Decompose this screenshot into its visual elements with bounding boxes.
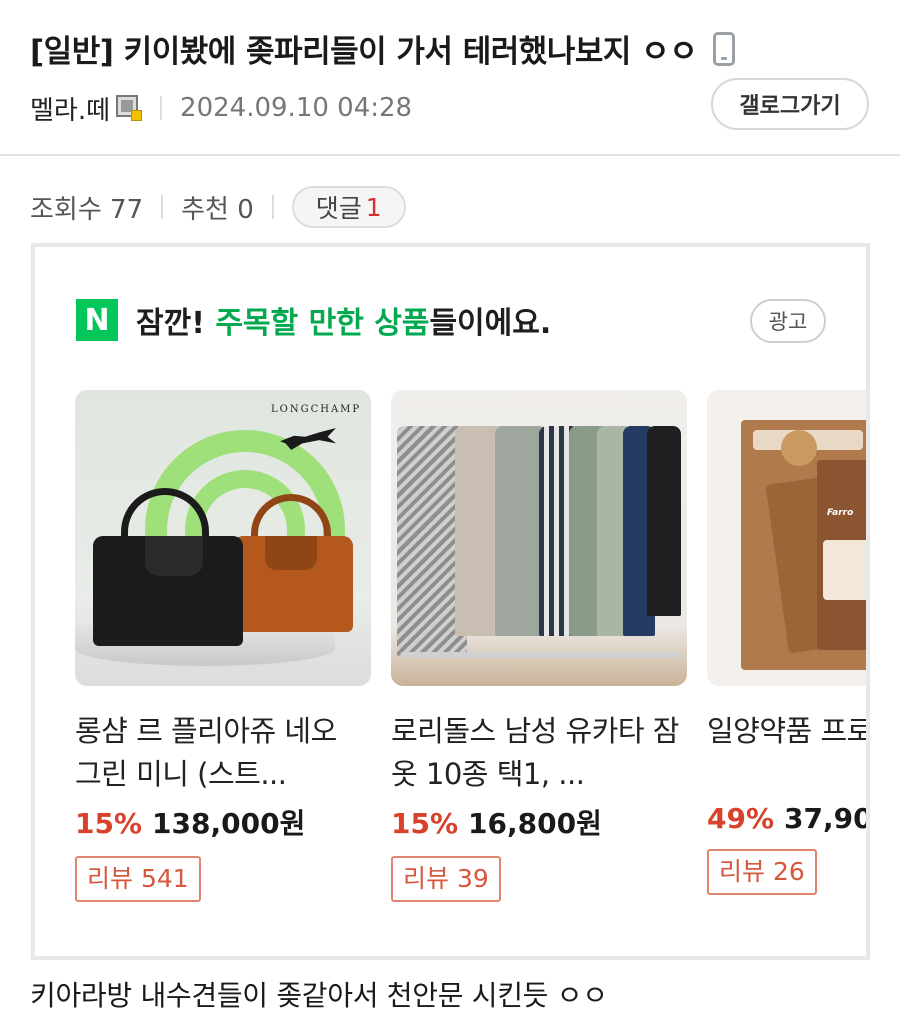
ad-badge[interactable]: 광고 [750, 299, 826, 343]
product-card[interactable]: LONGCHAMP 롱샴 르 플리아쥬 네오 그린 미니 (스트... 15% 1… [75, 390, 371, 902]
comment-button[interactable]: 댓글 1 [291, 186, 406, 228]
price-amount: 37,90 [784, 802, 870, 835]
post-title-text: [일반] 키이봤에 좆파리들이 가서 테러했나보지 ㅇㅇ [30, 34, 698, 70]
author-name[interactable]: 멜라.떼 [30, 90, 110, 127]
product-price: 15% 138,000원 [75, 802, 371, 842]
review-count-badge: 리뷰 541 [75, 856, 201, 902]
post-body-text: 키아라방 내수견들이 좆같아서 천안문 시킨듯 ㅇㅇ [30, 979, 608, 1012]
ad-headline-highlight: 주목할 만한 상품 [215, 306, 430, 341]
product-image[interactable]: LONGCHAMP [75, 390, 371, 686]
comment-count: 1 [365, 192, 382, 222]
review-count-badge: 리뷰 39 [391, 856, 501, 902]
product-name[interactable]: 일양약품 프로 발효효소 [707, 710, 866, 796]
review-count-badge: 리뷰 26 [707, 849, 817, 895]
brand-logo-text: Farro [827, 508, 854, 518]
post-stats: 조회수 77 추천 0 댓글 1 [30, 186, 406, 228]
product-price: 49% 37,90 [707, 802, 870, 835]
discount-rate: 15% [75, 807, 143, 840]
brand-logo-text: LONGCHAMP [271, 404, 362, 415]
gallog-button[interactable]: 갤로그가기 [711, 78, 869, 130]
price-amount: 16,800원 [468, 807, 602, 840]
post-title: [일반] 키이봤에 좆파리들이 가서 테러했나보지 ㅇㅇ [30, 26, 736, 71]
product-card[interactable]: 로리돌스 남성 유카타 잠옷 10종 택1, ... 15% 16,800원 리뷰… [391, 390, 687, 902]
meta-divider [160, 96, 163, 120]
product-card[interactable]: Farro 일양약품 프로 발효효소 49% 37,90 리뷰 26 [707, 390, 870, 895]
stats-divider [271, 195, 274, 219]
ad-headline-suffix: 들이에요. [429, 306, 552, 341]
comment-label: 댓글 [315, 194, 362, 223]
discount-rate: 49% [707, 802, 775, 835]
product-image[interactable] [391, 390, 687, 686]
product-price: 15% 16,800원 [391, 802, 687, 842]
product-image[interactable]: Farro [707, 390, 866, 686]
product-name[interactable]: 로리돌스 남성 유카타 잠옷 10종 택1, ... [391, 710, 687, 796]
recommend-count: 추천 0 [181, 194, 254, 225]
view-count: 조회수 77 [30, 194, 144, 225]
discount-rate: 15% [391, 807, 459, 840]
post-date: 2024.09.10 04:28 [180, 93, 413, 123]
price-amount: 138,000원 [152, 807, 306, 840]
product-name[interactable]: 롱샴 르 플리아쥬 네오 그린 미니 (스트... [75, 710, 371, 796]
post-meta: 멜라.떼 2024.09.10 04:28 [30, 88, 412, 128]
ad-headline: N 잠깐! 주목할 만한 상품 들이에요. [76, 297, 551, 343]
mobile-phone-icon [713, 31, 736, 66]
ad-product-carousel: N 잠깐! 주목할 만한 상품 들이에요. 광고 LONGCHAMP 롱샴 르 플… [31, 243, 870, 960]
fixed-nickname-icon [116, 95, 143, 121]
stats-divider [161, 195, 164, 219]
naver-logo-icon: N [76, 299, 118, 341]
post-header: [일반] 키이봤에 좆파리들이 가서 테러했나보지 ㅇㅇ 멜라.떼 2024.0… [0, 0, 900, 156]
ad-headline-prefix: 잠깐! [136, 306, 205, 341]
